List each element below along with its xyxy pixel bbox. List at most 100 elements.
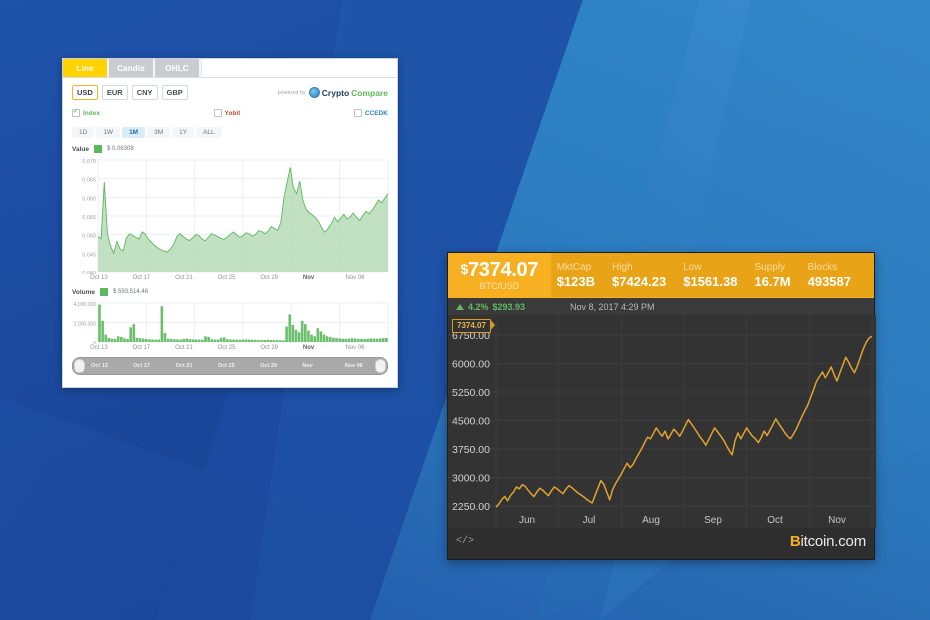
tab-line[interactable]: Line bbox=[63, 59, 107, 77]
range-3m[interactable]: 3M bbox=[147, 127, 171, 138]
brand-initial: B bbox=[789, 532, 801, 550]
volume-legend-label: Volume bbox=[72, 288, 95, 296]
btc-timestamp: Nov 8, 2017 4:29 PM bbox=[570, 301, 655, 312]
value-legend-label: Value bbox=[72, 145, 89, 153]
tabs-filler bbox=[201, 59, 397, 77]
svg-text:4500.00: 4500.00 bbox=[452, 416, 490, 428]
volume-legend: Volume $ 593,514.46 bbox=[72, 288, 388, 296]
svg-text:0.055: 0.055 bbox=[82, 215, 96, 221]
stat-low-value: $1561.38 bbox=[683, 273, 738, 289]
powered-by-label: powered by bbox=[277, 89, 306, 96]
volume-chart[interactable]: 4,000,000 2,000,000 0 bbox=[72, 299, 390, 344]
svg-text:4,000,000: 4,000,000 bbox=[74, 302, 96, 308]
btc-price-number: 7374.07 bbox=[467, 259, 539, 281]
slider-xtick: Oct 29 bbox=[260, 363, 277, 369]
currency-usd[interactable]: USD bbox=[72, 85, 98, 100]
xtick: Oct 25 bbox=[217, 275, 236, 281]
exchange-checkbox-index[interactable]: Index bbox=[72, 108, 100, 117]
value-legend-value: $ 0.06308 bbox=[106, 146, 134, 152]
exchange-label-yobit: Yobit bbox=[224, 109, 241, 117]
btc-pair-label: BTC/USD bbox=[479, 281, 520, 291]
btc-change-value: $293.93 bbox=[492, 301, 526, 312]
value-chart-xaxis: Oct 13 Oct 17 Oct 21 Oct 25 Oct 29 Nov Nov 06 bbox=[72, 275, 388, 281]
stat-low: Low $1561.38 bbox=[683, 262, 737, 289]
bitcoin-com-price-widget: $7374.07 BTC/USD MktCap $123B High $7424… bbox=[447, 252, 876, 560]
svg-text:0.050: 0.050 bbox=[82, 234, 96, 240]
range-slider[interactable]: Oct 13 Oct 17 Oct 21 Oct 25 Oct 29 Nov Nov 06 bbox=[72, 357, 388, 375]
checkbox-icon bbox=[213, 109, 222, 117]
value-legend-swatch bbox=[93, 145, 102, 153]
checkbox-icon bbox=[72, 108, 80, 117]
svg-text:3000.00: 3000.00 bbox=[452, 473, 490, 485]
volume-chart-xaxis: Oct 13 Oct 17 Oct 21 Oct 25 Oct 29 Nov Nov 06 bbox=[72, 345, 388, 351]
svg-text:0.060: 0.060 bbox=[82, 196, 96, 202]
range-slider-handle-left[interactable] bbox=[74, 359, 85, 373]
currency-row: USD EUR CNY GBP powered by Crypto Compar… bbox=[72, 85, 388, 100]
btc-chart-area[interactable]: 6750.00 6000.00 5250.00 4500.00 3750.00 3000.… bbox=[448, 315, 876, 528]
currency-gbp[interactable]: GBP bbox=[161, 85, 188, 100]
btc-current-price-tag: 7374.07 bbox=[452, 319, 495, 333]
svg-text:0.070: 0.070 bbox=[82, 159, 96, 165]
volume-legend-swatch bbox=[100, 288, 108, 296]
xtick: Oct 13 bbox=[90, 345, 108, 351]
xtick: Oct 21 bbox=[175, 345, 193, 351]
xtick: Nov bbox=[302, 345, 315, 351]
xtick: Aug bbox=[642, 515, 660, 526]
svg-text:3750.00: 3750.00 bbox=[452, 444, 490, 456]
tab-candle[interactable]: Candle bbox=[109, 59, 153, 77]
range-slider-handle-right[interactable] bbox=[375, 359, 386, 373]
stat-high-key: High bbox=[612, 261, 633, 273]
tab-ohlc[interactable]: OHLC bbox=[155, 59, 199, 77]
range-1y[interactable]: 1Y bbox=[172, 127, 195, 138]
embed-code-icon[interactable]: </> bbox=[456, 536, 474, 547]
svg-text:2250.00: 2250.00 bbox=[452, 501, 490, 513]
stat-supply-key: Supply bbox=[754, 261, 786, 273]
slider-xtick: Oct 17 bbox=[133, 363, 151, 369]
svg-text:5250.00: 5250.00 bbox=[452, 387, 490, 399]
xtick: Oct 13 bbox=[90, 275, 108, 281]
stat-mktcap-value: $123B bbox=[556, 273, 595, 289]
svg-text:2,000,000: 2,000,000 bbox=[74, 322, 96, 328]
btc-stats-panel: MktCap $123B High $7424.23 Low $1561.38 … bbox=[550, 253, 874, 297]
btc-header: $7374.07 BTC/USD MktCap $123B High $7424… bbox=[448, 253, 874, 297]
xtick: Oct 17 bbox=[132, 345, 151, 351]
checkbox-icon bbox=[353, 109, 362, 117]
range-1d[interactable]: 1D bbox=[72, 127, 95, 138]
value-chart-svg: 0.070 0.065 0.060 0.055 0.050 0.045 0.040 bbox=[72, 156, 390, 274]
exchange-checkbox-ccedk[interactable]: CCEDK bbox=[353, 109, 388, 117]
powered-by-cryptocompare[interactable]: powered by Crypto Compare bbox=[278, 87, 388, 98]
slider-xtick: Oct 25 bbox=[217, 363, 235, 369]
currency-cny[interactable]: CNY bbox=[131, 85, 158, 100]
range-1m[interactable]: 1M bbox=[122, 127, 146, 138]
triangle-up-icon bbox=[456, 303, 464, 310]
stat-mktcap-key: MktCap bbox=[556, 261, 592, 273]
value-chart[interactable]: 0.070 0.065 0.060 0.055 0.050 0.045 0.040 bbox=[72, 156, 390, 274]
svg-text:0.065: 0.065 bbox=[82, 178, 96, 184]
stat-high: High $7424.23 bbox=[612, 262, 666, 289]
exchange-label-index: Index bbox=[83, 109, 100, 117]
slider-xtick: Oct 21 bbox=[175, 363, 193, 369]
xtick: Oct 29 bbox=[260, 345, 278, 351]
volume-chart-svg: 4,000,000 2,000,000 0 bbox=[72, 299, 390, 344]
btc-footer: </> Bitcoin.com bbox=[448, 528, 874, 554]
stat-mktcap: MktCap $123B bbox=[557, 262, 595, 289]
currency-eur[interactable]: EUR bbox=[101, 85, 128, 100]
svg-text:0.040: 0.040 bbox=[82, 271, 96, 274]
cryptocompare-widget: Line Candle OHLC USD EUR CNY GBP powered… bbox=[62, 58, 398, 388]
btc-change-group: 4.2% $293.93 bbox=[448, 302, 560, 312]
chart-type-tabs: Line Candle OHLC bbox=[63, 59, 397, 78]
btc-chart-xaxis: Jun Jul Aug Sep Oct Nov bbox=[496, 515, 868, 526]
exchange-checkbox-yobit[interactable]: Yobit bbox=[213, 109, 241, 117]
stat-supply: Supply 16.7M bbox=[754, 262, 790, 289]
slider-xtick: Nov bbox=[302, 363, 313, 369]
exchange-label-ccedk: CCEDK bbox=[364, 109, 388, 117]
xtick: Oct 29 bbox=[260, 275, 278, 281]
stat-high-value: $7424.23 bbox=[612, 273, 667, 289]
range-1w[interactable]: 1W bbox=[96, 127, 121, 138]
logo-text-crypto: Crypto bbox=[321, 87, 350, 98]
xtick: Nov bbox=[828, 515, 846, 526]
volume-legend-value: $ 593,514.46 bbox=[113, 289, 149, 295]
range-all[interactable]: ALL bbox=[196, 127, 222, 138]
stat-supply-value: 16.7M bbox=[754, 273, 791, 289]
brand-rest: itcoin.com bbox=[800, 532, 866, 550]
